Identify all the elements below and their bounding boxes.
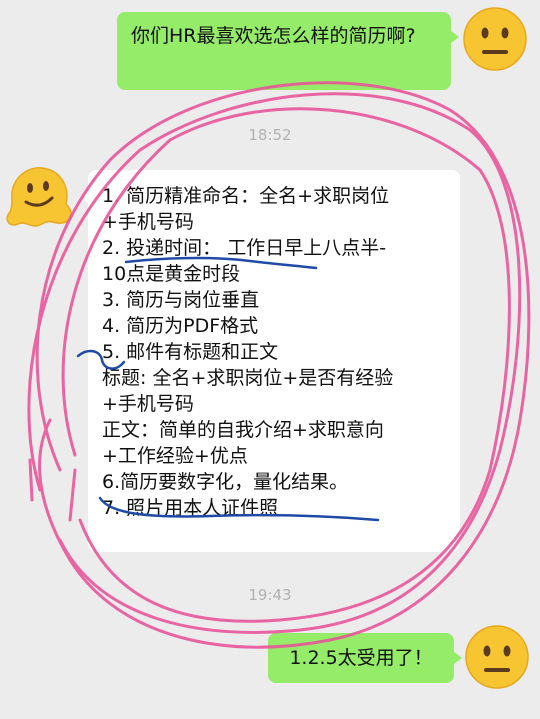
neutral-face-emoji-icon [465, 625, 529, 689]
list-line: +手机号码 [102, 211, 194, 233]
list-line: 3. 简历与岗位垂直 [102, 289, 260, 311]
outgoing-message-reply[interactable]: 1.2.5太受用了！ [268, 633, 462, 683]
incoming-message-list[interactable]: 1. 简历精准命名：全名+求职岗位 +手机号码 2. 投递时间： 工作日早上八点… [80, 170, 460, 552]
list-line: 4. 简历为PDF格式 [102, 315, 259, 337]
list-line: 5. 邮件有标题和正文 [102, 341, 279, 363]
list-line: +工作经验+优点 [102, 445, 248, 467]
list-line: 2. 投递时间： 工作日早上八点半- [102, 237, 387, 259]
list-line: 6.简历要数字化，量化结果。 [102, 471, 349, 493]
melting-face-emoji-icon [6, 167, 72, 227]
list-line: 1. 简历精准命名：全名+求职岗位 [102, 185, 390, 207]
message-text: 你们HR最喜欢选怎么样的简历啊? [131, 25, 416, 47]
message-text: 1.2.5太受用了！ [289, 647, 433, 669]
list-line: 正文：简单的自我介绍+求职意向 [102, 419, 384, 441]
list-line: 10点是黄金时段 [102, 263, 241, 285]
neutral-face-emoji-icon [463, 7, 527, 71]
list-line: +手机号码 [102, 393, 194, 415]
outgoing-message-question[interactable]: 你们HR最喜欢选怎么样的简历啊? [117, 12, 459, 90]
list-line: 7. 照片用本人证件照 [102, 497, 279, 519]
timestamp: 18:52 [248, 126, 292, 144]
list-line: 标题: 全名+求职岗位+是否有经验 [102, 367, 394, 389]
timestamp: 19:43 [248, 586, 292, 604]
